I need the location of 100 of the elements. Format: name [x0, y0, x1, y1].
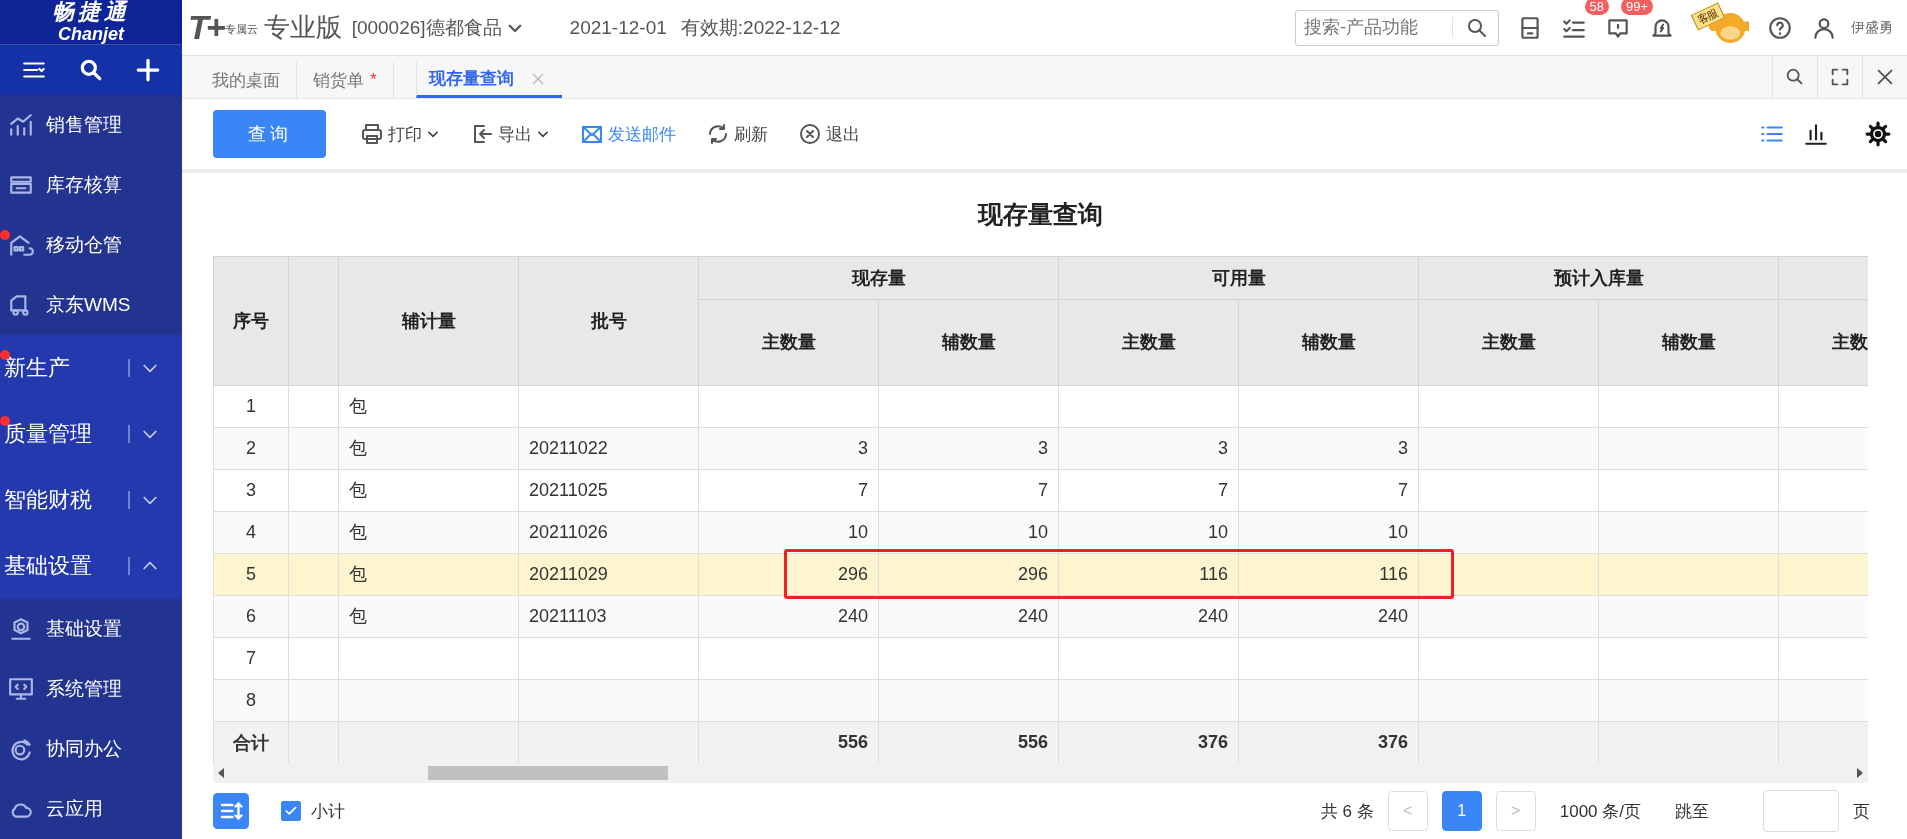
scrollbar-thumb[interactable] [428, 766, 668, 780]
menu-label: 新生产 [4, 354, 71, 382]
table-row[interactable]: 8 [213, 679, 1868, 722]
table-cell: 包 [338, 427, 519, 470]
table-cell: 包 [338, 469, 519, 512]
menu-label: 系统管理 [46, 677, 122, 701]
column-header[interactable]: 批号 [518, 256, 699, 386]
toolbar-button[interactable]: 发送邮件 [580, 122, 676, 146]
logo-text: 畅捷通 [52, 0, 130, 24]
column-header[interactable]: 辅数量 [1238, 299, 1419, 386]
tab[interactable]: 现存量查询 [415, 62, 562, 98]
menu-group[interactable]: 质量管理 [0, 401, 182, 467]
toolbar-button[interactable]: 导出 [470, 122, 550, 146]
table-row[interactable]: 2 包 20211022 3 3 3 3 [213, 427, 1868, 470]
search-field[interactable]: 搜索-产品功能 [1295, 9, 1499, 46]
page-input[interactable] [1763, 790, 1839, 832]
search-icon[interactable] [78, 57, 104, 83]
table-cell: 376 [1238, 721, 1419, 763]
menu-item[interactable]: 云应用 [0, 779, 182, 839]
table-cell: 296 [878, 553, 1059, 596]
table-cell: 7 [1058, 469, 1239, 512]
help-icon[interactable] [1767, 14, 1793, 41]
toolbar-button[interactable]: 刷新 [706, 122, 768, 146]
table-cell: 296 [698, 553, 879, 596]
menu-group[interactable]: 智能财税 [0, 467, 182, 533]
column-header[interactable]: 主数量 [698, 299, 879, 386]
column-group-header: 可用量 [1058, 256, 1419, 300]
gear-icon [8, 616, 34, 642]
page-button[interactable]: 1 [1441, 791, 1482, 831]
edition-label: 专业版 [263, 11, 342, 44]
report-title: 现存量查询 [976, 198, 1104, 230]
add-icon[interactable] [134, 57, 161, 83]
table-row[interactable]: 7 [213, 637, 1868, 680]
table-cell: 包 [338, 553, 519, 596]
column-header[interactable]: 序号 [213, 256, 289, 386]
jump-label: 跳至 [1675, 800, 1709, 823]
query-button[interactable]: 查询 [213, 110, 326, 158]
logo-text: Chanjet [58, 24, 124, 44]
product-logo: T+ [188, 8, 223, 47]
table-cell: 556 [878, 721, 1059, 763]
bar-chart-icon[interactable] [1803, 121, 1829, 147]
table-cell: 包 [338, 511, 519, 554]
column-header[interactable]: 辅数量 [878, 299, 1059, 386]
page-unit-label: 页 [1853, 800, 1870, 823]
settings-icon[interactable] [1865, 121, 1891, 147]
page-size-selector[interactable]: 1000 条/页 [1559, 799, 1641, 823]
toolbar-button[interactable]: 打印 [360, 122, 440, 146]
menu-group[interactable]: 新生产 [0, 335, 182, 401]
company-selector[interactable]: [000026]德都食品 [351, 14, 524, 41]
column-header[interactable]: 主数量 [1058, 299, 1239, 386]
modified-mark: * [370, 70, 377, 90]
menu-label: 协同办公 [46, 737, 122, 761]
table-cell: 3 [698, 427, 879, 470]
menu-item[interactable]: 京东WMS [0, 275, 182, 335]
menu-group[interactable]: 基础设置 [0, 533, 182, 599]
table-row[interactable]: 6 包 20211103 240 240 240 240 [213, 595, 1868, 638]
table-cell: 7 [1238, 469, 1419, 512]
table-row[interactable]: 合计 556 556 376 376 [213, 721, 1868, 763]
menu-item[interactable]: 移动仓管 [0, 215, 182, 275]
user-name[interactable]: 伊盛勇 [1851, 18, 1893, 37]
checkbox[interactable] [281, 801, 301, 821]
menu-item[interactable]: 系统管理 [0, 659, 182, 719]
table-cell: 116 [1058, 553, 1239, 596]
menu-item[interactable]: 协同办公 [0, 719, 182, 779]
table-cell: 240 [698, 595, 879, 638]
table-cell: 20211025 [518, 469, 699, 512]
table-cell: 376 [1058, 721, 1239, 763]
horizontal-scrollbar[interactable] [213, 763, 1868, 783]
menu-label: 库存核算 [46, 173, 122, 197]
printer-icon [360, 122, 384, 146]
close-circle-icon [798, 122, 822, 146]
table-row[interactable]: 3 包 20211025 7 7 7 7 [213, 469, 1868, 512]
table-row[interactable]: 4 包 20211026 10 10 10 10 [213, 511, 1868, 554]
table-cell: 7 [698, 469, 879, 512]
row-number: 8 [213, 679, 289, 722]
row-number: 5 [213, 553, 289, 596]
row-number: 7 [213, 637, 289, 680]
column-header[interactable]: 辅数量 [1598, 299, 1779, 386]
menu-label: 质量管理 [4, 420, 93, 448]
menu-item[interactable]: 基础设置 [0, 599, 182, 659]
table-cell: 3 [1238, 427, 1419, 470]
column-header[interactable]: 主数量 [1418, 299, 1599, 386]
tab[interactable]: 销货单 * [297, 62, 394, 98]
row-number: 合计 [213, 721, 289, 763]
toolbar-button[interactable]: 退出 [798, 122, 860, 146]
column-header[interactable]: 辅计量 [338, 256, 519, 386]
table-row[interactable]: 5 包 20211029 296 296 116 116 [213, 553, 1868, 596]
column-header[interactable]: 主数 [1778, 299, 1868, 386]
table-cell: 包 [338, 385, 519, 428]
table-row[interactable]: 1 包 [213, 385, 1868, 428]
sort-icon[interactable] [213, 793, 249, 829]
table-cell: 3 [878, 427, 1059, 470]
table-cell: 20211103 [518, 595, 699, 638]
record-count: 共 6 条 [1320, 800, 1374, 823]
menu-item[interactable]: 销售管理 [0, 95, 182, 155]
tab[interactable]: 我的桌面 [196, 62, 297, 98]
date-text: 2021-12-01 [569, 16, 667, 39]
row-number: 6 [213, 595, 289, 638]
table-cell: 20211022 [518, 427, 699, 470]
menu-item[interactable]: 库存核算 [0, 155, 182, 215]
